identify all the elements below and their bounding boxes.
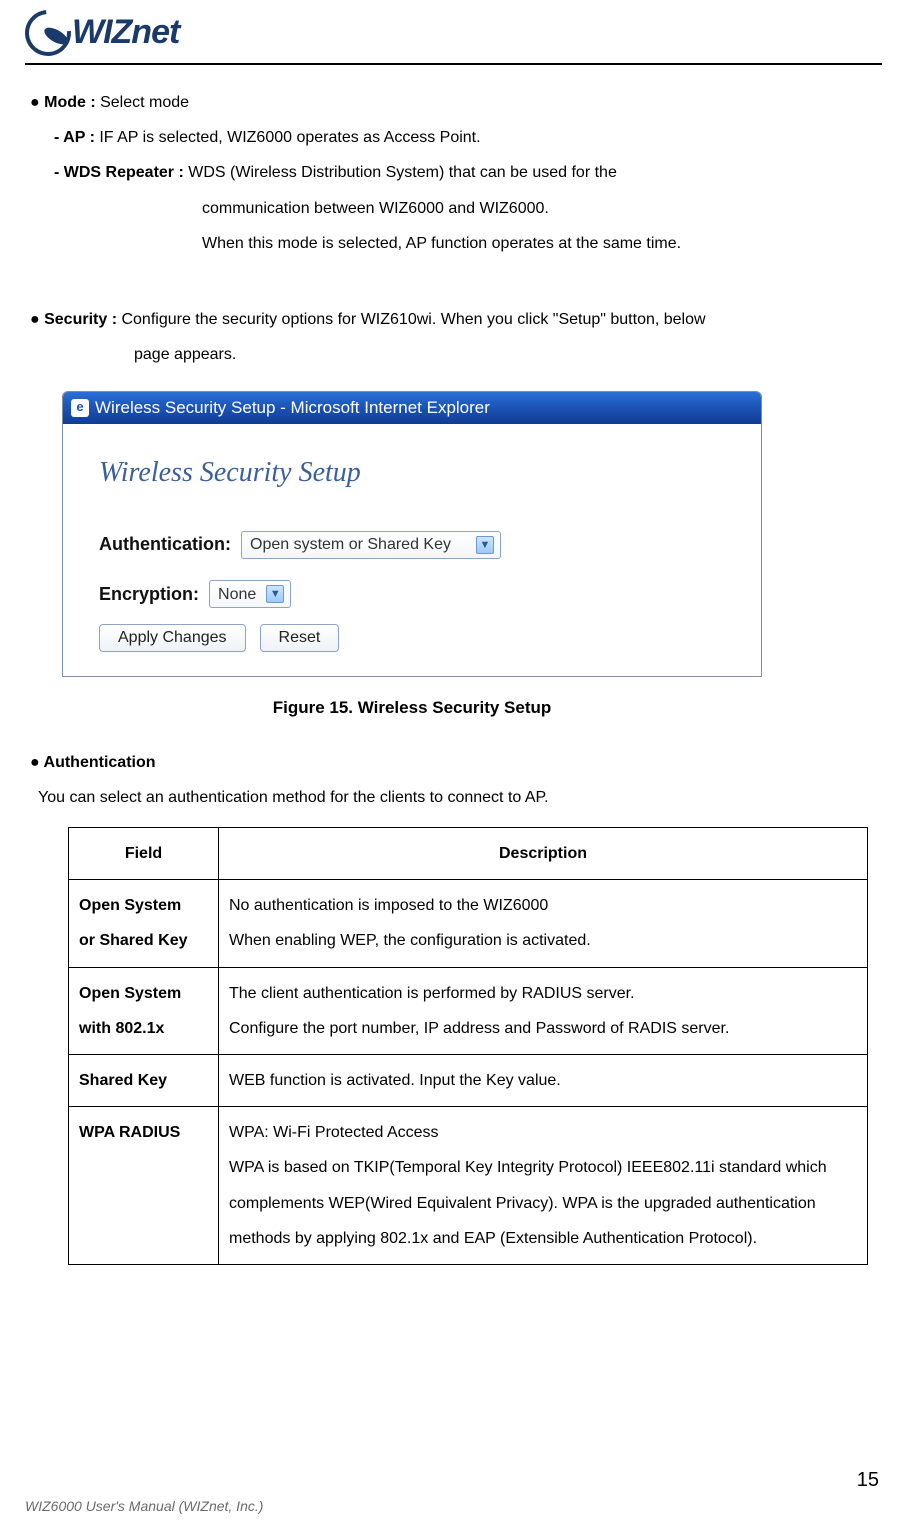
table-row: Open System with 802.1x The client authe… <box>69 967 868 1054</box>
authentication-table: Field Description Open System or Shared … <box>68 827 868 1265</box>
cell-desc: WPA: Wi-Fi Protected Access WPA is based… <box>219 1107 868 1265</box>
enc-select-value: None <box>218 577 256 612</box>
auth-field-label: Authentication: <box>99 525 231 565</box>
auth-select[interactable]: Open system or Shared Key ▼ <box>241 531 501 559</box>
ap-line: - AP : IF AP is selected, WIZ6000 operat… <box>30 120 877 155</box>
table-row: Shared Key WEB function is activated. In… <box>69 1054 868 1106</box>
cell-field: Shared Key <box>69 1054 219 1106</box>
wiznet-logo: WIZnet <box>25 10 882 55</box>
table-header-row: Field Description <box>69 828 868 880</box>
th-description: Description <box>219 828 868 880</box>
figure-screenshot: e Wireless Security Setup - Microsoft In… <box>62 391 882 678</box>
security-label: ● Security : <box>30 311 121 328</box>
page-number: 15 <box>857 1469 879 1492</box>
wds-line-1: - WDS Repeater : WDS (Wireless Distribut… <box>30 155 877 190</box>
field-l2: or Shared Key <box>79 932 187 949</box>
field-l1: Open System <box>79 985 181 1002</box>
auth-row: Authentication: Open system or Shared Ke… <box>99 525 737 565</box>
table-row: Open System or Shared Key No authenticat… <box>69 880 868 967</box>
cell-desc: WEB function is activated. Input the Key… <box>219 1054 868 1106</box>
footer-company: (WIZnet, Inc.) <box>179 1498 264 1514</box>
wds-label: - WDS Repeater : <box>54 164 188 181</box>
ap-text: IF AP is selected, WIZ6000 operates as A… <box>99 129 480 146</box>
ie-title: Wireless Security Setup - Microsoft Inte… <box>95 391 490 427</box>
wds-line-3: When this mode is selected, AP function … <box>30 226 877 261</box>
authentication-desc: You can select an authentication method … <box>30 780 877 815</box>
th-field: Field <box>69 828 219 880</box>
cell-desc: The client authentication is performed b… <box>219 967 868 1054</box>
cell-field: Open System with 802.1x <box>69 967 219 1054</box>
field-l1: Open System <box>79 897 181 914</box>
security-line-2: page appears. <box>30 337 877 372</box>
authentication-label: ● Authentication <box>30 754 156 771</box>
ap-label: - AP : <box>54 129 99 146</box>
enc-field-label: Encryption: <box>99 575 199 615</box>
auth-select-value: Open system or Shared Key <box>250 527 451 562</box>
ie-body: Wireless Security Setup Authentication: … <box>63 424 761 677</box>
chevron-down-icon: ▼ <box>266 585 284 603</box>
apply-changes-button[interactable]: Apply Changes <box>99 624 246 652</box>
mode-line: ● Mode : Select mode <box>30 85 877 120</box>
footer-manual: WIZ6000 User's Manual <box>25 1498 179 1514</box>
document-body: ● Mode : Select mode - AP : IF AP is sel… <box>25 85 882 1265</box>
button-row: Apply Changes Reset <box>99 624 737 652</box>
enc-select[interactable]: None ▼ <box>209 580 291 608</box>
logo-swirl-icon <box>25 10 70 55</box>
ie-titlebar: e Wireless Security Setup - Microsoft In… <box>63 392 761 424</box>
wds-line-2: communication between WIZ6000 and WIZ600… <box>30 191 877 226</box>
mode-value: Select mode <box>100 94 189 111</box>
cell-field: Open System or Shared Key <box>69 880 219 967</box>
security-text-1: Configure the security options for WIZ61… <box>121 311 705 328</box>
cell-field: WPA RADIUS <box>69 1107 219 1265</box>
security-line-1: ● Security : Configure the security opti… <box>30 302 877 337</box>
chevron-down-icon: ▼ <box>476 536 494 554</box>
ie-icon: e <box>71 399 89 417</box>
field-l2: with 802.1x <box>79 1020 164 1037</box>
logo-text: WIZnet <box>72 13 179 52</box>
wds-text-1: WDS (Wireless Distribution System) that … <box>188 164 617 181</box>
ie-icon-letter: e <box>76 393 83 422</box>
ie-window: e Wireless Security Setup - Microsoft In… <box>62 391 762 678</box>
table-row: WPA RADIUS WPA: Wi-Fi Protected Access W… <box>69 1107 868 1265</box>
enc-row: Encryption: None ▼ <box>99 575 737 615</box>
cell-desc: No authentication is imposed to the WIZ6… <box>219 880 868 967</box>
authentication-heading: ● Authentication <box>30 745 877 780</box>
figure-caption: Figure 15. Wireless Security Setup <box>62 689 762 726</box>
mode-label: ● Mode : <box>30 94 100 111</box>
ie-heading: Wireless Security Setup <box>99 442 737 504</box>
page-header: WIZnet <box>25 10 882 65</box>
reset-button[interactable]: Reset <box>260 624 340 652</box>
footer-text: WIZ6000 User's Manual (WIZnet, Inc.) <box>25 1498 263 1514</box>
